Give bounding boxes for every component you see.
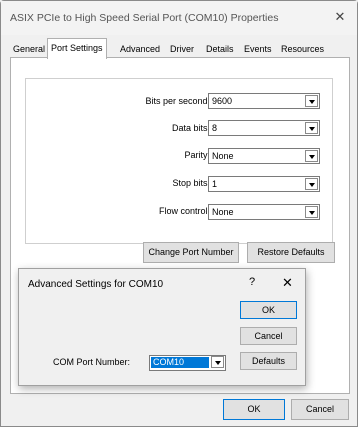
chevron-down-icon[interactable] bbox=[305, 206, 318, 218]
dialog-ok-button[interactable]: OK bbox=[240, 301, 297, 319]
data-bits-select[interactable]: 8 bbox=[208, 120, 320, 136]
tab-events[interactable]: Events bbox=[241, 41, 275, 57]
restore-defaults-button[interactable]: Restore Defaults bbox=[247, 242, 335, 263]
change-port-number-button[interactable]: Change Port Number bbox=[143, 242, 239, 263]
flow-control-select[interactable]: None bbox=[208, 204, 320, 220]
flow-control-value: None bbox=[212, 207, 234, 217]
window-title: ASIX PCIe to High Speed Serial Port (COM… bbox=[10, 12, 279, 24]
com-port-number-value: COM10 bbox=[151, 357, 209, 368]
data-bits-value: 8 bbox=[212, 123, 218, 133]
tab-resources[interactable]: Resources bbox=[278, 41, 327, 57]
com-port-number-select[interactable]: COM10 bbox=[149, 355, 226, 371]
ok-button[interactable]: OK bbox=[223, 399, 285, 420]
close-icon[interactable]: ✕ bbox=[333, 10, 347, 24]
parity-value: None bbox=[212, 151, 234, 161]
chevron-down-icon[interactable] bbox=[305, 95, 318, 107]
bits-per-second-value: 9600 bbox=[212, 96, 233, 106]
chevron-down-icon[interactable] bbox=[305, 178, 318, 190]
port-settings-group: Bits per second: 9600 Data bits: 8 Parit… bbox=[25, 78, 333, 244]
title-bar[interactable]: ASIX PCIe to High Speed Serial Port (COM… bbox=[1, 1, 357, 35]
close-icon[interactable]: ✕ bbox=[282, 275, 293, 291]
tab-general[interactable]: General bbox=[10, 41, 48, 57]
data-bits-label: Data bits: bbox=[171, 123, 210, 133]
stop-bits-select[interactable]: 1 bbox=[208, 176, 320, 192]
chevron-down-icon[interactable] bbox=[305, 150, 318, 162]
bits-per-second-select[interactable]: 9600 bbox=[208, 93, 320, 109]
tab-advanced[interactable]: Advanced bbox=[117, 41, 163, 57]
tab-port-settings[interactable]: Port Settings bbox=[47, 38, 107, 59]
advanced-settings-dialog: Advanced Settings for COM10 ? ✕ OK Cance… bbox=[18, 268, 306, 386]
tab-driver[interactable]: Driver bbox=[167, 41, 197, 57]
chevron-down-icon[interactable] bbox=[305, 122, 318, 134]
stop-bits-value: 1 bbox=[212, 179, 218, 189]
dialog-title: Advanced Settings for COM10 bbox=[28, 279, 164, 290]
dialog-defaults-button[interactable]: Defaults bbox=[240, 352, 297, 370]
dialog-cancel-button[interactable]: Cancel bbox=[240, 327, 297, 345]
stop-bits-label: Stop bits: bbox=[172, 178, 210, 188]
flow-control-label: Flow control: bbox=[158, 206, 210, 216]
cancel-button[interactable]: Cancel bbox=[291, 399, 349, 420]
tab-details[interactable]: Details bbox=[203, 41, 237, 57]
help-icon[interactable]: ? bbox=[249, 276, 255, 288]
parity-select[interactable]: None bbox=[208, 148, 320, 164]
chevron-down-icon[interactable] bbox=[211, 356, 224, 368]
parity-label: Parity: bbox=[184, 150, 210, 160]
com-port-number-label: COM Port Number: bbox=[53, 357, 131, 367]
bits-per-second-label: Bits per second: bbox=[145, 96, 210, 106]
